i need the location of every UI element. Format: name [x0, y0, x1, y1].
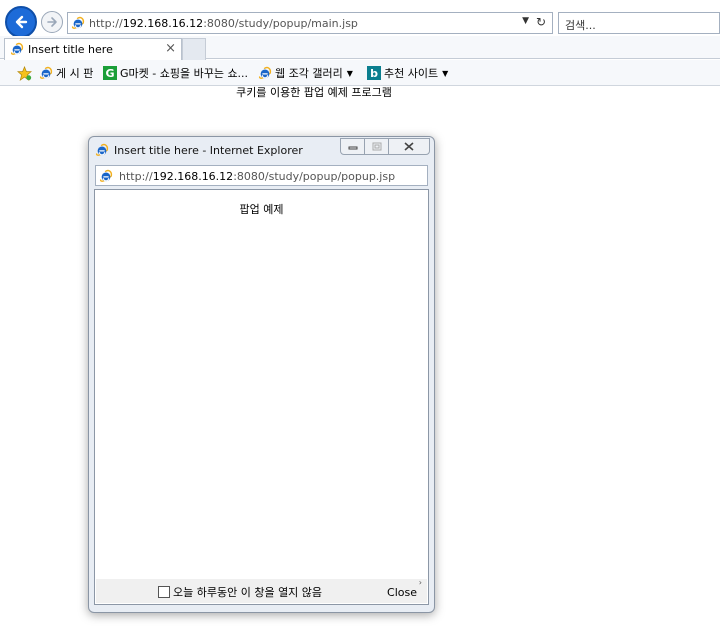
close-icon: [404, 142, 414, 151]
ie-icon: [258, 66, 272, 80]
maximize-button[interactable]: [364, 138, 389, 155]
close-window-button[interactable]: [388, 138, 430, 155]
close-link[interactable]: Close: [387, 586, 417, 599]
gmarket-icon: G: [103, 66, 117, 80]
tab-close-icon[interactable]: ×: [165, 41, 176, 56]
popup-address-url: http://192.168.16.12:8080/study/popup/po…: [119, 170, 395, 183]
favorites-bar: 게 시 판 G G마켓 - 쇼핑을 바꾸는 쇼... 웹 조각 갤러리 ▼ b …: [0, 60, 720, 86]
favorite-suggested-sites[interactable]: b 추천 사이트 ▼: [367, 65, 448, 81]
url-host: 192.168.16.12: [152, 170, 234, 183]
arrow-left-icon: [15, 15, 28, 29]
favorite-label: 게 시 판: [56, 67, 94, 80]
favorite-web-slice-gallery[interactable]: 웹 조각 갤러리 ▼: [258, 65, 353, 81]
search-placeholder: 검색...: [565, 19, 596, 32]
popup-footer: 오늘 하루동안 이 창을 열지 않음 Close ›: [96, 578, 427, 603]
favorites-star-button[interactable]: [17, 65, 32, 81]
ie-icon: [99, 169, 113, 183]
back-button[interactable]: [5, 6, 37, 38]
address-bar[interactable]: http://192.168.16.12:8080/study/popup/ma…: [67, 12, 553, 34]
popup-address-bar: http://192.168.16.12:8080/study/popup/po…: [95, 165, 428, 186]
tab-insert-title[interactable]: Insert title here ×: [4, 38, 182, 60]
address-url[interactable]: http://192.168.16.12:8080/study/popup/ma…: [89, 17, 358, 30]
maximize-icon: [372, 142, 381, 151]
popup-content: 팝업 예제 오늘 하루동안 이 창을 열지 않음 Close ›: [94, 189, 429, 605]
ie-icon: [39, 66, 53, 80]
forward-button[interactable]: [41, 11, 63, 33]
address-dropdown-icon[interactable]: ▼: [522, 16, 529, 26]
dont-show-today-checkbox[interactable]: [158, 586, 170, 598]
browser-toolbar: http://192.168.16.12:8080/study/popup/ma…: [0, 0, 720, 38]
ie-icon: [71, 16, 85, 30]
popup-window: Insert title here - Internet Explorer ht…: [88, 136, 435, 613]
tab-strip: Insert title here ×: [0, 36, 720, 60]
url-host: 192.168.16.12: [122, 17, 204, 30]
ie-icon: [10, 42, 24, 56]
url-path: :8080/study/popup/main.jsp: [203, 17, 358, 30]
dont-show-today-option[interactable]: 오늘 하루동안 이 창을 열지 않음: [158, 584, 322, 600]
favorite-label: G마켓 - 쇼핑을 바꾸는 쇼...: [120, 67, 249, 80]
popup-heading: 팝업 예제: [239, 203, 284, 216]
arrow-right-icon: [47, 17, 57, 27]
resize-grip-icon[interactable]: ›: [419, 578, 422, 587]
url-prefix: http://: [119, 170, 153, 183]
search-input[interactable]: 검색...: [558, 12, 720, 34]
star-icon: [17, 65, 32, 81]
popup-title: Insert title here - Internet Explorer: [114, 144, 303, 157]
chevron-down-icon: ▼: [442, 68, 449, 78]
url-prefix: http://: [89, 17, 123, 30]
favorite-label: 추천 사이트: [384, 67, 439, 80]
favorite-label: 웹 조각 갤러리: [275, 67, 343, 80]
favorite-board[interactable]: 게 시 판: [39, 65, 93, 81]
refresh-icon[interactable]: ↻: [536, 15, 546, 29]
checkbox-label[interactable]: 오늘 하루동안 이 창을 열지 않음: [173, 584, 322, 600]
ie-icon: [95, 143, 109, 157]
popup-titlebar[interactable]: Insert title here - Internet Explorer: [89, 137, 434, 163]
page-heading: 쿠키를 이용한 팝업 예제 프로그램: [236, 86, 392, 99]
minimize-icon: [348, 146, 357, 149]
chevron-down-icon: ▼: [346, 68, 353, 78]
minimize-button[interactable]: [340, 138, 365, 155]
tab-title: Insert title here: [28, 43, 113, 56]
new-tab-button[interactable]: [182, 38, 206, 60]
url-path: :8080/study/popup/popup.jsp: [233, 170, 396, 183]
bing-icon: b: [367, 66, 381, 80]
favorite-gmarket[interactable]: G G마켓 - 쇼핑을 바꾸는 쇼...: [103, 65, 248, 81]
